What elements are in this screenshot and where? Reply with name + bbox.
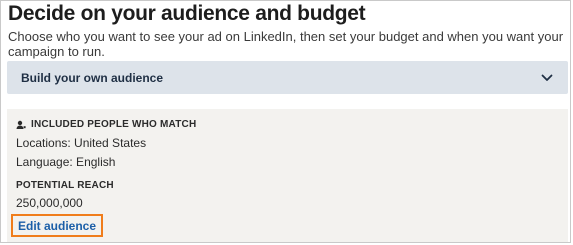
build-audience-accordion[interactable]: Build your own audience [7,61,568,94]
included-heading: INCLUDED PEOPLE WHO MATCH [31,119,197,130]
people-icon [16,120,26,130]
audience-summary: INCLUDED PEOPLE WHO MATCH Locations: Uni… [7,109,568,242]
included-heading-row: INCLUDED PEOPLE WHO MATCH [16,119,196,130]
edit-audience-link[interactable]: Edit audience [11,214,104,237]
audience-budget-section: Decide on your audience and budget Choos… [0,0,571,243]
locations-text: Locations: United States [16,136,147,150]
chevron-down-icon[interactable] [540,71,554,85]
potential-reach-value: 250,000,000 [16,196,83,210]
build-audience-label: Build your own audience [21,70,164,85]
page-subtitle: Choose who you want to see your ad on Li… [8,29,564,59]
potential-reach-heading: POTENTIAL REACH [16,180,114,191]
page-title: Decide on your audience and budget [8,2,366,25]
language-text: Language: English [16,155,116,169]
